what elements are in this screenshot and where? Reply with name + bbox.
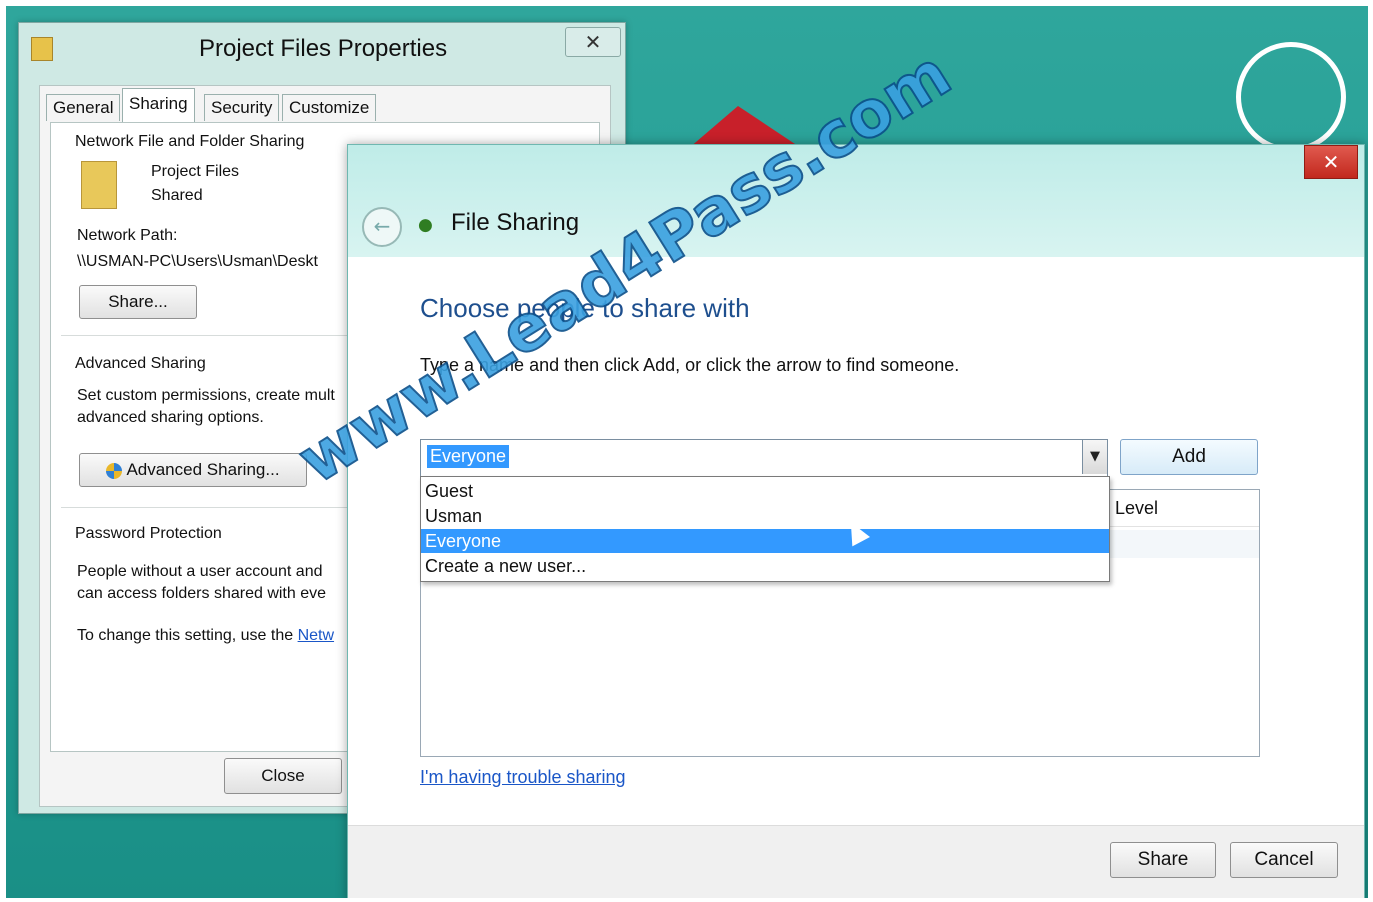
file-sharing-people-icon: ● [418,215,433,235]
folder-status: Shared [151,187,203,204]
password-protection-line-3: To change this setting, use the Netw [77,627,334,645]
folder-name: Project Files [151,163,240,180]
user-dropdown-list: Guest Usman Everyone Create a new user..… [420,476,1110,582]
file-sharing-title: File Sharing [451,209,580,236]
network-path-value: \\USMAN-PC\Users\Usman\Deskt [77,253,318,270]
dropdown-option-usman[interactable]: Usman [421,504,1109,528]
advanced-sharing-button[interactable]: Advanced Sharing... [79,453,307,487]
network-center-link[interactable]: Netw [298,627,334,644]
file-sharing-header: ← ● File Sharing ✕ [348,145,1364,257]
divider [61,507,351,508]
desktop-circle-shape [1236,42,1346,152]
share-button[interactable]: Share... [79,285,197,319]
advanced-sharing-desc-1: Set custom permissions, create mult [77,387,335,404]
file-sharing-dialog: ← ● File Sharing ✕ Choose people to shar… [347,144,1365,898]
password-protection-line-2: can access folders shared with eve [77,585,327,602]
password-protection-group-label: Password Protection [75,525,222,542]
tab-security[interactable]: Security [204,94,280,121]
add-button[interactable]: Add [1120,439,1258,475]
advanced-sharing-group-label: Advanced Sharing [75,355,206,372]
tab-sharing[interactable]: Sharing [122,88,195,123]
tab-general[interactable]: General [46,94,121,121]
dropdown-option-create-new-user[interactable]: Create a new user... [421,554,1109,578]
desktop-background: Project Files Properties ✕ General Shari… [6,6,1368,898]
close-button[interactable]: Close [224,758,342,794]
cancel-button[interactable]: Cancel [1230,842,1338,878]
password-protection-line-3-text: To change this setting, use the [77,627,298,644]
share-confirm-button[interactable]: Share [1110,842,1216,878]
network-sharing-group-label: Network File and Folder Sharing [75,133,305,150]
column-header-level[interactable]: Level [1115,498,1158,519]
shared-folder-icon [81,161,117,209]
network-path-label: Network Path: [77,227,178,244]
properties-tabs: General Sharing Security Customize [40,86,610,123]
properties-title: Project Files Properties [199,35,448,62]
password-protection-line-1: People without a user account and [77,563,323,580]
user-combo-box[interactable]: Everyone ▼ [420,439,1108,477]
divider [61,335,351,336]
instruction-text: Type a name and then click Add, or click… [420,355,960,375]
file-sharing-close-button[interactable]: ✕ [1304,145,1358,179]
folder-icon [31,37,53,61]
file-sharing-footer: Share Cancel [348,825,1364,898]
dropdown-option-everyone[interactable]: Everyone [421,529,1109,553]
properties-close-button[interactable]: ✕ [565,27,621,57]
back-arrow-icon[interactable]: ← [362,207,402,247]
choose-people-heading: Choose people to share with [420,293,750,323]
trouble-sharing-link[interactable]: I'm having trouble sharing [420,767,626,788]
file-sharing-content: Choose people to share with Type a name … [348,257,1364,825]
shield-icon [106,462,123,479]
tab-customize[interactable]: Customize [282,94,377,121]
chevron-down-icon[interactable]: ▼ [1082,440,1107,474]
user-combo-value[interactable]: Everyone [427,445,510,468]
dropdown-option-guest[interactable]: Guest [421,479,1109,503]
advanced-sharing-button-label: Advanced Sharing... [126,460,280,479]
properties-titlebar[interactable]: Project Files Properties ✕ [19,23,625,75]
advanced-sharing-desc-2: advanced sharing options. [77,409,264,426]
